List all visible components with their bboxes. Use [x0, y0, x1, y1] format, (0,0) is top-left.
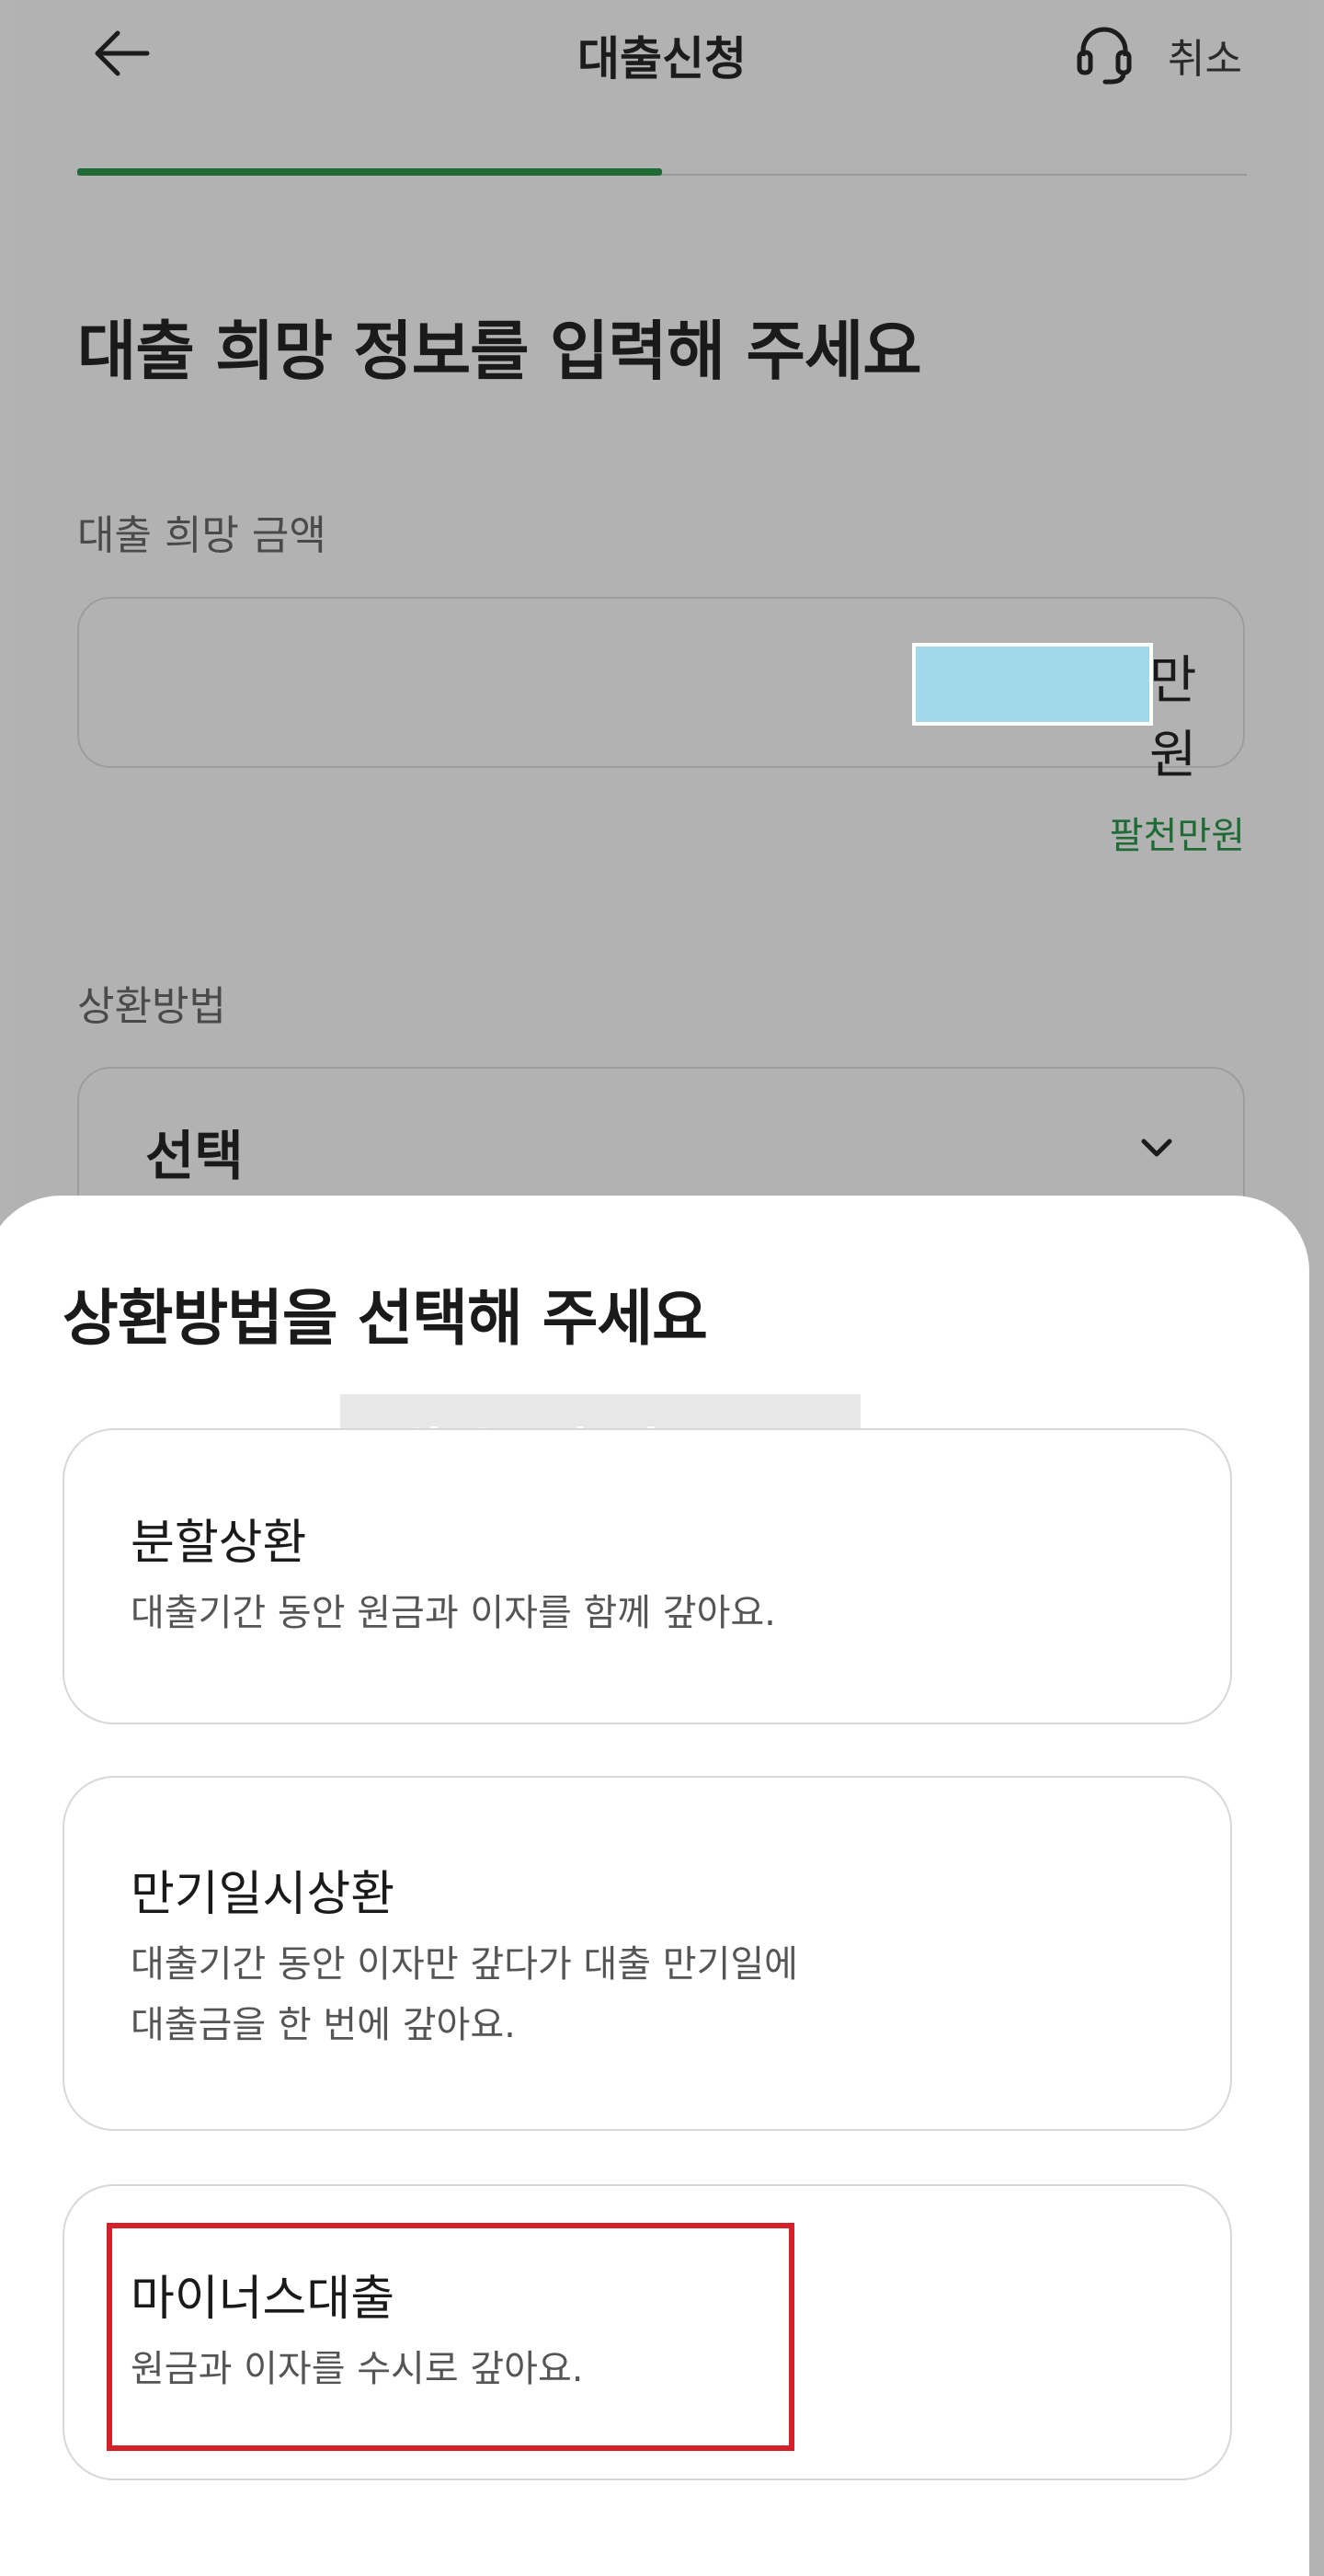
option-installment[interactable]: 분할상환 대출기간 동안 원금과 이자를 함께 갚아요. [63, 1428, 1232, 1724]
sheet-title: 상환방법을 선택해 주세요 [63, 1283, 708, 1354]
amount-input[interactable]: 만원 [77, 597, 1245, 785]
masked-amount-value [912, 643, 1153, 726]
cancel-button[interactable]: 취소 [1168, 26, 1242, 85]
page-heading: 대출 희망 정보를 입력해 주세요 [77, 314, 922, 389]
option-title: 분할상환 [131, 1516, 307, 1571]
headset-icon [1077, 27, 1132, 85]
option-bullet-repayment[interactable]: 만기일시상환 대출기간 동안 이자만 갚다가 대출 만기일에 대출금을 한 번에… [63, 1776, 1232, 2131]
repayment-select-value: 선택 [145, 1125, 244, 1187]
repayment-label: 상환방법 [77, 983, 226, 1030]
app-header: 대출신청 취소 [15, 0, 1309, 110]
customer-support-button[interactable] [1063, 22, 1146, 88]
progress-bar-fill [77, 168, 662, 176]
option-description: 대출기간 동안 원금과 이자를 함께 갚아요. [131, 1592, 776, 1634]
amount-unit-label: 만원 [1149, 651, 1197, 785]
option-description: 대출기간 동안 이자만 갚다가 대출 만기일에 대출금을 한 번에 갚아요. [131, 1943, 798, 2046]
amount-label: 대출 희망 금액 [77, 512, 326, 559]
highlight-box [107, 2223, 794, 2451]
option-title: 만기일시상환 [131, 1867, 395, 1922]
amount-in-words-hint: 팔천만원 [1109, 815, 1245, 857]
chevron-down-icon [1141, 1139, 1172, 1157]
